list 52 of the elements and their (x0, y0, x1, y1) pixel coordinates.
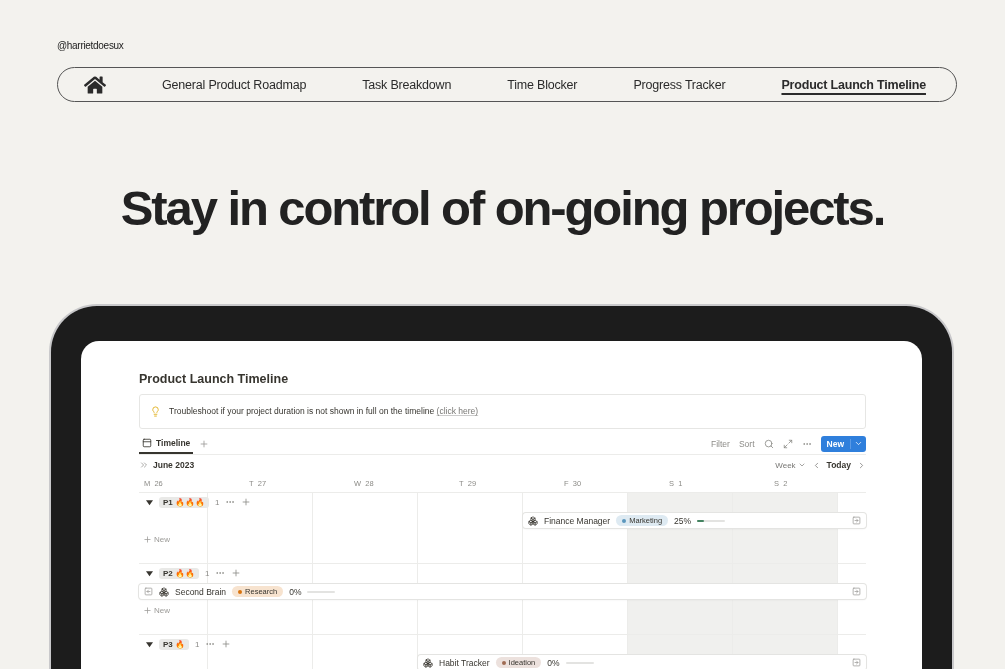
home-icon[interactable] (84, 73, 106, 96)
nav-link[interactable]: Task Breakdown (362, 77, 452, 92)
headline: Stay in control of on-going projects. (119, 182, 886, 236)
add-icon[interactable] (231, 568, 242, 579)
boxes-icon (423, 657, 433, 668)
item-name: Second Brain (175, 586, 227, 597)
plus-icon (143, 535, 152, 545)
callout-text: Troubleshoot if your project duration is not shown in full on the timeline (click here) (169, 406, 479, 417)
scale-dropdown[interactable]: Week (775, 460, 806, 470)
progress-text: 25% (674, 515, 692, 526)
nav-link[interactable]: General Product Roadmap (162, 77, 307, 92)
toggle-icon[interactable] (146, 498, 153, 506)
chevron-right-icon[interactable] (857, 460, 866, 470)
add-icon[interactable] (221, 639, 232, 650)
lightbulb-icon (150, 405, 161, 417)
filter-button[interactable]: Filter (711, 438, 730, 449)
boxes-icon (528, 515, 538, 526)
view-tab[interactable]: Timeline (139, 433, 194, 455)
priority-label: P1 🔥🔥🔥 (159, 496, 210, 508)
item-name: Habit Tracker (439, 657, 490, 668)
plus-icon (143, 606, 152, 616)
item-name: Finance Manager (544, 515, 611, 526)
arrow-right-icon[interactable] (852, 587, 861, 597)
toggle-icon[interactable] (146, 569, 153, 577)
callout-link[interactable]: (click here) (436, 406, 479, 417)
nav-link[interactable]: Progress Tracker (633, 77, 726, 92)
priority-label: P2 🔥🔥 (159, 567, 200, 579)
arrow-right-icon[interactable] (852, 658, 861, 668)
arrow-right-icon[interactable] (852, 516, 861, 526)
search-icon[interactable] (763, 438, 774, 449)
nav-link[interactable]: Product Launch Timeline (781, 77, 926, 92)
add-view-icon[interactable] (199, 438, 210, 449)
add-icon[interactable] (241, 497, 252, 508)
group-count: 1 (195, 639, 200, 649)
progress-text: 0% (547, 657, 560, 668)
arrow-left-icon[interactable] (144, 587, 153, 597)
double-chevron-icon[interactable] (139, 460, 149, 471)
nav-link[interactable]: Time Blocker (507, 77, 578, 92)
author-handle: @harrietdoesux (57, 40, 125, 51)
today-button[interactable]: Today (826, 460, 851, 471)
sort-button[interactable]: Sort (738, 438, 755, 449)
progress-text: 0% (289, 586, 302, 597)
group-count: 1 (215, 497, 220, 507)
group-count: 1 (205, 568, 210, 578)
expand-icon[interactable] (782, 438, 793, 449)
toggle-icon[interactable] (146, 640, 153, 648)
boxes-icon (159, 586, 169, 597)
priority-label: P3 🔥 (159, 638, 190, 650)
new-button[interactable]: New (820, 435, 866, 452)
timeline-view-icon (142, 437, 152, 448)
page-title: Product Launch Timeline (139, 371, 290, 386)
month-label: June 2023 (153, 460, 195, 471)
